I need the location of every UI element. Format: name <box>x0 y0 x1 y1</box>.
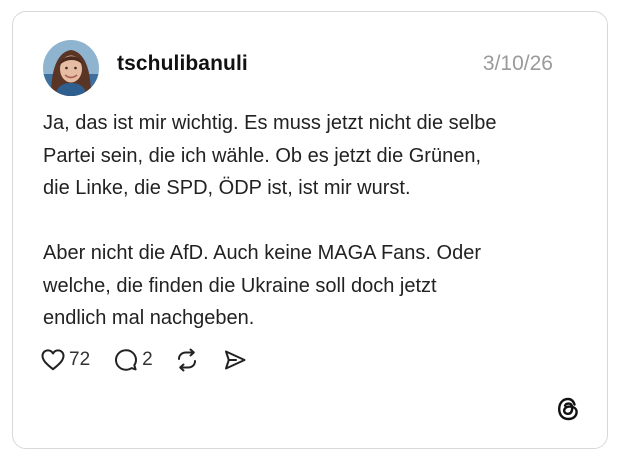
threads-logo-icon <box>557 397 578 421</box>
post-date: 3/10/26 <box>482 52 553 75</box>
action-bar: 72 2 <box>41 346 247 374</box>
post-paragraph: Aber nicht die AfD. Auch keine MAGA Fans… <box>43 242 481 329</box>
repost-button[interactable] <box>175 348 199 372</box>
post-paragraph: Ja, das ist mir wichtig. Es muss jetzt n… <box>43 112 497 199</box>
post-card: tschulibanuli 3/10/26 Ja, das ist mir wi… <box>12 11 608 449</box>
username[interactable]: tschulibanuli <box>117 52 248 76</box>
send-icon <box>224 350 246 370</box>
speech-bubble-icon <box>115 349 138 371</box>
like-button[interactable]: 72 <box>41 349 90 371</box>
share-button[interactable] <box>223 348 247 372</box>
reply-count: 2 <box>142 349 153 370</box>
post-text: Ja, das ist mir wichtig. Es muss jetzt n… <box>43 107 583 335</box>
repost-icon <box>177 348 196 372</box>
avatar[interactable] <box>43 40 99 96</box>
reply-button[interactable]: 2 <box>114 348 153 372</box>
avatar-image <box>43 40 99 96</box>
heart-icon <box>41 349 65 371</box>
like-count: 72 <box>69 349 91 370</box>
